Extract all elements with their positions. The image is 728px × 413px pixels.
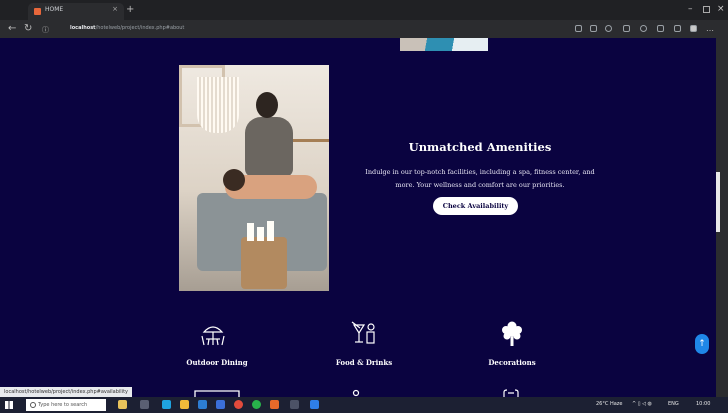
more-menu-icon[interactable]: … bbox=[706, 24, 714, 33]
browser-titlebar: HOME × + – × bbox=[0, 0, 728, 20]
amenity-label-outdoor-dining: Outdoor Dining bbox=[186, 358, 248, 367]
url-path: /hotelweb/project/index.php#about bbox=[95, 25, 185, 31]
store-icon[interactable] bbox=[198, 400, 207, 409]
zoom-icon[interactable] bbox=[575, 25, 582, 32]
task-view-icon[interactable] bbox=[140, 400, 149, 409]
candle bbox=[267, 221, 274, 241]
amenities-heading: Unmatched Amenities bbox=[408, 140, 552, 154]
partial-amenity-icon bbox=[194, 390, 240, 397]
browser-tab[interactable]: HOME × bbox=[28, 3, 124, 20]
close-window-button[interactable]: × bbox=[717, 4, 725, 14]
weather-widget[interactable]: 26°C Haze bbox=[596, 401, 622, 407]
edge-browser-icon[interactable] bbox=[162, 400, 171, 409]
read-aloud-icon[interactable] bbox=[590, 25, 597, 32]
cocktail-icon bbox=[351, 321, 375, 344]
therapist-head bbox=[256, 92, 278, 118]
whatsapp-icon[interactable] bbox=[252, 400, 261, 409]
info-icon[interactable]: ⓘ bbox=[42, 25, 49, 35]
mail-icon[interactable] bbox=[216, 400, 225, 409]
new-tab-button[interactable]: + bbox=[126, 4, 134, 15]
clock[interactable]: 10:00 bbox=[696, 401, 710, 407]
taskbar-app-icon[interactable] bbox=[290, 400, 299, 409]
previous-section-image bbox=[400, 38, 488, 51]
candle bbox=[247, 223, 254, 241]
os-taskbar: Type here to search 26°C Haze ^ ▯ ◁ ◍ EN… bbox=[0, 397, 728, 413]
taskbar-search-input[interactable]: Type here to search bbox=[26, 399, 106, 411]
wooden-stool bbox=[241, 237, 287, 289]
taskbar-app-icon[interactable] bbox=[118, 400, 127, 409]
favorite-star-icon[interactable] bbox=[605, 25, 612, 32]
maximize-icon bbox=[703, 6, 710, 13]
scroll-to-top-button[interactable]: ↑ bbox=[695, 334, 709, 354]
search-icon bbox=[30, 402, 36, 408]
therapist-figure bbox=[245, 117, 293, 177]
favorites-icon[interactable] bbox=[657, 25, 664, 32]
minimize-button[interactable]: – bbox=[688, 4, 693, 14]
page-content: Unmatched Amenities Indulge in our top-n… bbox=[0, 38, 716, 397]
favicon-icon bbox=[34, 8, 41, 15]
refresh-button[interactable]: ↻ bbox=[24, 23, 32, 34]
client-head bbox=[223, 169, 245, 191]
extensions-icon[interactable] bbox=[640, 25, 647, 32]
decoration-icon bbox=[502, 321, 522, 346]
amenity-label-food-drinks: Food & Drinks bbox=[335, 358, 393, 367]
candle bbox=[257, 227, 264, 241]
partial-amenity-icon bbox=[503, 389, 519, 397]
search-placeholder: Type here to search bbox=[38, 402, 88, 408]
url-field[interactable]: localhost/hotelweb/project/index.php#abo… bbox=[70, 25, 184, 31]
split-screen-icon[interactable] bbox=[623, 25, 630, 32]
wall-shelf bbox=[287, 139, 329, 142]
profile-icon[interactable] bbox=[690, 25, 697, 32]
back-button[interactable]: ← bbox=[8, 23, 16, 34]
system-tray-icons[interactable]: ^ ▯ ◁ ◍ bbox=[632, 401, 652, 407]
chrome-icon[interactable] bbox=[234, 400, 243, 409]
outdoor-dining-icon bbox=[201, 326, 225, 346]
windows-start-icon[interactable] bbox=[5, 401, 13, 409]
page-scrollbar[interactable] bbox=[716, 172, 720, 232]
tab-close-button[interactable]: × bbox=[112, 5, 118, 13]
xampp-icon[interactable] bbox=[270, 400, 279, 409]
amenities-description: Indulge in our top-notch facilities, inc… bbox=[365, 168, 595, 189]
spa-massage-image bbox=[179, 65, 329, 291]
address-toolbar: ← ↻ ⓘ localhost/hotelweb/project/index.p… bbox=[0, 20, 728, 38]
status-link-preview: localhost/hotelweb/project/index.php#ava… bbox=[0, 387, 133, 397]
macrame-wall-hanging bbox=[197, 77, 239, 133]
url-host: localhost bbox=[70, 25, 96, 31]
file-explorer-icon[interactable] bbox=[180, 400, 189, 409]
language-indicator[interactable]: ENG bbox=[668, 401, 679, 407]
amenity-label-decorations: Decorations bbox=[488, 358, 536, 367]
collections-icon[interactable] bbox=[674, 25, 681, 32]
check-availability-button[interactable]: Check Availability bbox=[433, 197, 518, 215]
partial-amenity-icon bbox=[352, 389, 360, 397]
vscode-icon[interactable] bbox=[310, 400, 319, 409]
tab-title: HOME bbox=[45, 6, 64, 13]
